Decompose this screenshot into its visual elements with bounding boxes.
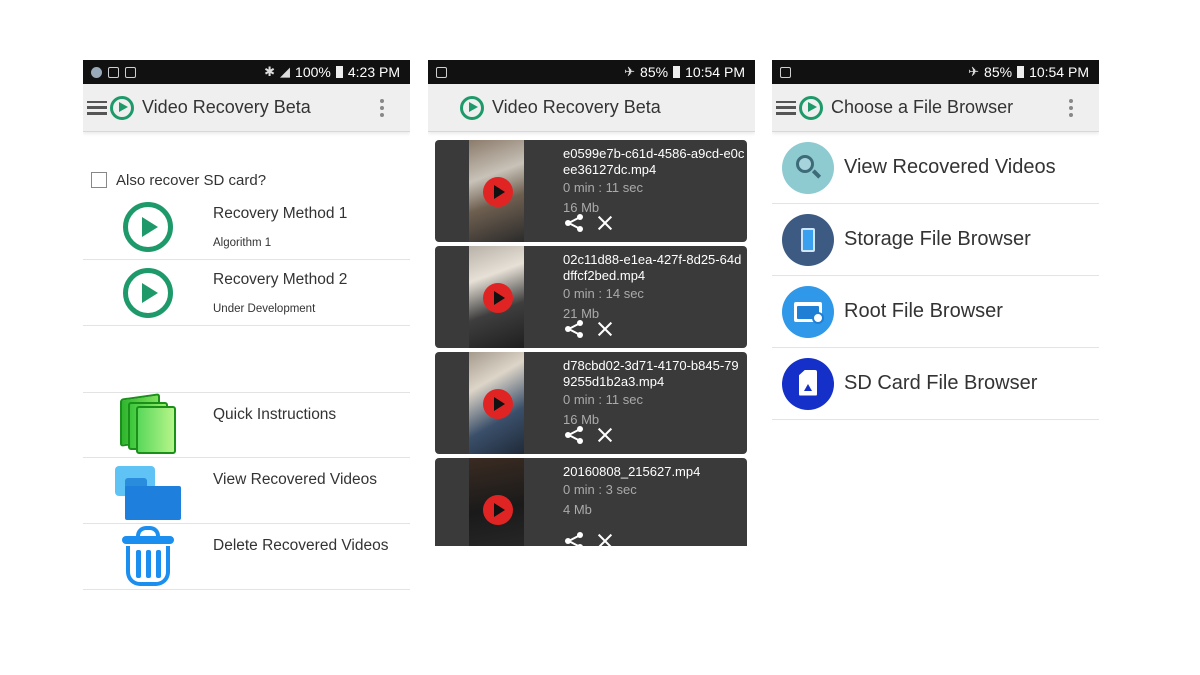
video-name: 02c11d88-e1ea-427f-8d25-64ddffcf2bed.mp4 xyxy=(563,252,742,283)
menu-label: View Recovered Videos xyxy=(213,471,377,488)
video-duration: 0 min : 3 sec xyxy=(563,482,637,497)
sd-card-file-browser-option[interactable]: SD Card File Browser xyxy=(772,348,1099,420)
phone-icon xyxy=(782,213,834,266)
video-name: d78cbd02-3d71-4170-b845-799255d1b2a3.mp4 xyxy=(563,358,739,389)
app-title: Video Recovery Beta xyxy=(492,97,661,117)
sd-card-label: Also recover SD card? xyxy=(116,171,267,189)
root-folder-icon xyxy=(782,285,834,338)
video-card[interactable]: 20160808_215627.mp4 0 min : 3 sec 4 Mb xyxy=(435,458,747,546)
video-card[interactable]: d78cbd02-3d71-4170-b845-799255d1b2a3.mp4… xyxy=(435,352,747,454)
battery-icon xyxy=(673,66,681,78)
close-icon[interactable] xyxy=(597,321,613,337)
books-icon xyxy=(120,393,176,454)
sd-card-checkbox[interactable] xyxy=(91,172,107,188)
storage-file-browser-option[interactable]: Storage File Browser xyxy=(772,204,1099,276)
status-bar: ✈ 85% 10:54 PM xyxy=(772,60,1099,84)
option-label: View Recovered Videos xyxy=(844,156,1056,178)
video-name: 20160808_215627.mp4 xyxy=(563,464,701,479)
video-card[interactable]: 02c11d88-e1ea-427f-8d25-64ddffcf2bed.mp4… xyxy=(435,246,747,348)
battery-percent: 100% xyxy=(295,64,331,80)
delete-recovered-videos-item[interactable]: Delete Recovered Videos xyxy=(83,524,410,590)
app-title: Video Recovery Beta xyxy=(142,97,311,117)
video-duration: 0 min : 11 sec xyxy=(563,180,643,195)
airplane-icon: ✈ xyxy=(624,64,636,79)
battery-percent: 85% xyxy=(640,64,669,80)
airplane-icon: ✈ xyxy=(968,64,980,79)
clipboard-icon xyxy=(125,66,136,78)
app-logo-icon xyxy=(110,95,134,120)
menu-icon[interactable] xyxy=(87,100,107,115)
video-name: e0599e7b-c61d-4586-a9cd-e0cee36127dc.mp4 xyxy=(563,146,745,177)
method-title: Recovery Method 2 xyxy=(213,270,348,288)
video-list: e0599e7b-c61d-4586-a9cd-e0cee36127dc.mp4… xyxy=(428,132,755,546)
bluetooth-icon: ✱ xyxy=(264,64,276,79)
app-logo-icon xyxy=(799,95,823,120)
view-recovered-videos-item[interactable]: View Recovered Videos xyxy=(83,458,410,524)
video-duration: 0 min : 14 sec xyxy=(563,286,644,301)
play-icon[interactable] xyxy=(483,495,513,525)
app-bar: Video Recovery Beta xyxy=(428,84,755,132)
signal-icon: ◢ xyxy=(280,64,291,79)
share-icon[interactable] xyxy=(565,320,583,338)
close-icon[interactable] xyxy=(597,427,613,443)
recovery-method-1[interactable]: Recovery Method 1 Algorithm 1 xyxy=(83,194,410,260)
more-options-icon[interactable] xyxy=(1069,98,1073,117)
clock: 10:54 PM xyxy=(1029,64,1089,80)
play-circle-icon xyxy=(123,201,173,252)
folder-icon xyxy=(115,462,181,520)
method-subtitle: Algorithm 1 xyxy=(213,236,272,249)
image-icon xyxy=(108,66,119,78)
menu-label: Quick Instructions xyxy=(213,406,337,423)
clock: 10:54 PM xyxy=(685,64,745,80)
share-icon[interactable] xyxy=(565,532,583,546)
image-icon xyxy=(780,66,791,78)
phone-video-list: ✈ 85% 10:54 PM Video Recovery Beta e0599… xyxy=(428,60,755,595)
image-icon xyxy=(436,66,447,78)
recovery-method-2[interactable]: Recovery Method 2 Under Development xyxy=(83,260,410,326)
sd-card-icon xyxy=(782,357,834,410)
globe-icon xyxy=(91,66,102,78)
phone-file-browser-chooser: ✈ 85% 10:54 PM Choose a File Browser Vie… xyxy=(772,60,1099,595)
trash-icon xyxy=(122,525,174,588)
view-recovered-videos-option[interactable]: View Recovered Videos xyxy=(772,132,1099,204)
app-bar: Choose a File Browser xyxy=(772,84,1099,132)
battery-percent: 85% xyxy=(984,64,1013,80)
video-size: 4 Mb xyxy=(563,502,592,517)
share-icon[interactable] xyxy=(565,214,583,232)
play-icon[interactable] xyxy=(483,177,513,207)
option-label: SD Card File Browser xyxy=(844,372,1038,394)
more-options-icon[interactable] xyxy=(380,98,384,117)
root-file-browser-option[interactable]: Root File Browser xyxy=(772,276,1099,348)
quick-instructions-item[interactable]: Quick Instructions xyxy=(83,392,410,458)
battery-icon xyxy=(1017,66,1025,78)
status-bar: ✱ ◢ 100% 4:23 PM xyxy=(83,60,410,84)
close-icon[interactable] xyxy=(597,533,613,546)
play-circle-icon xyxy=(123,267,173,318)
close-icon[interactable] xyxy=(597,215,613,231)
play-icon[interactable] xyxy=(483,389,513,419)
menu-label: Delete Recovered Videos xyxy=(213,537,389,554)
clock: 4:23 PM xyxy=(347,64,400,80)
battery-icon xyxy=(335,66,343,78)
search-icon xyxy=(782,141,834,194)
phone-main-menu: ✱ ◢ 100% 4:23 PM Video Recovery Beta Als… xyxy=(83,60,410,595)
option-label: Storage File Browser xyxy=(844,228,1031,250)
method-title: Recovery Method 1 xyxy=(213,204,348,222)
play-icon[interactable] xyxy=(483,283,513,313)
method-subtitle: Under Development xyxy=(213,302,316,315)
app-logo-icon xyxy=(460,95,484,120)
menu-icon[interactable] xyxy=(776,100,796,115)
option-label: Root File Browser xyxy=(844,300,1003,322)
video-card[interactable]: e0599e7b-c61d-4586-a9cd-e0cee36127dc.mp4… xyxy=(435,140,747,242)
status-bar: ✈ 85% 10:54 PM xyxy=(428,60,755,84)
sd-card-option[interactable]: Also recover SD card? xyxy=(91,170,410,190)
video-duration: 0 min : 11 sec xyxy=(563,392,643,407)
share-icon[interactable] xyxy=(565,426,583,444)
app-bar: Video Recovery Beta xyxy=(83,84,410,132)
app-title: Choose a File Browser xyxy=(831,97,1014,117)
